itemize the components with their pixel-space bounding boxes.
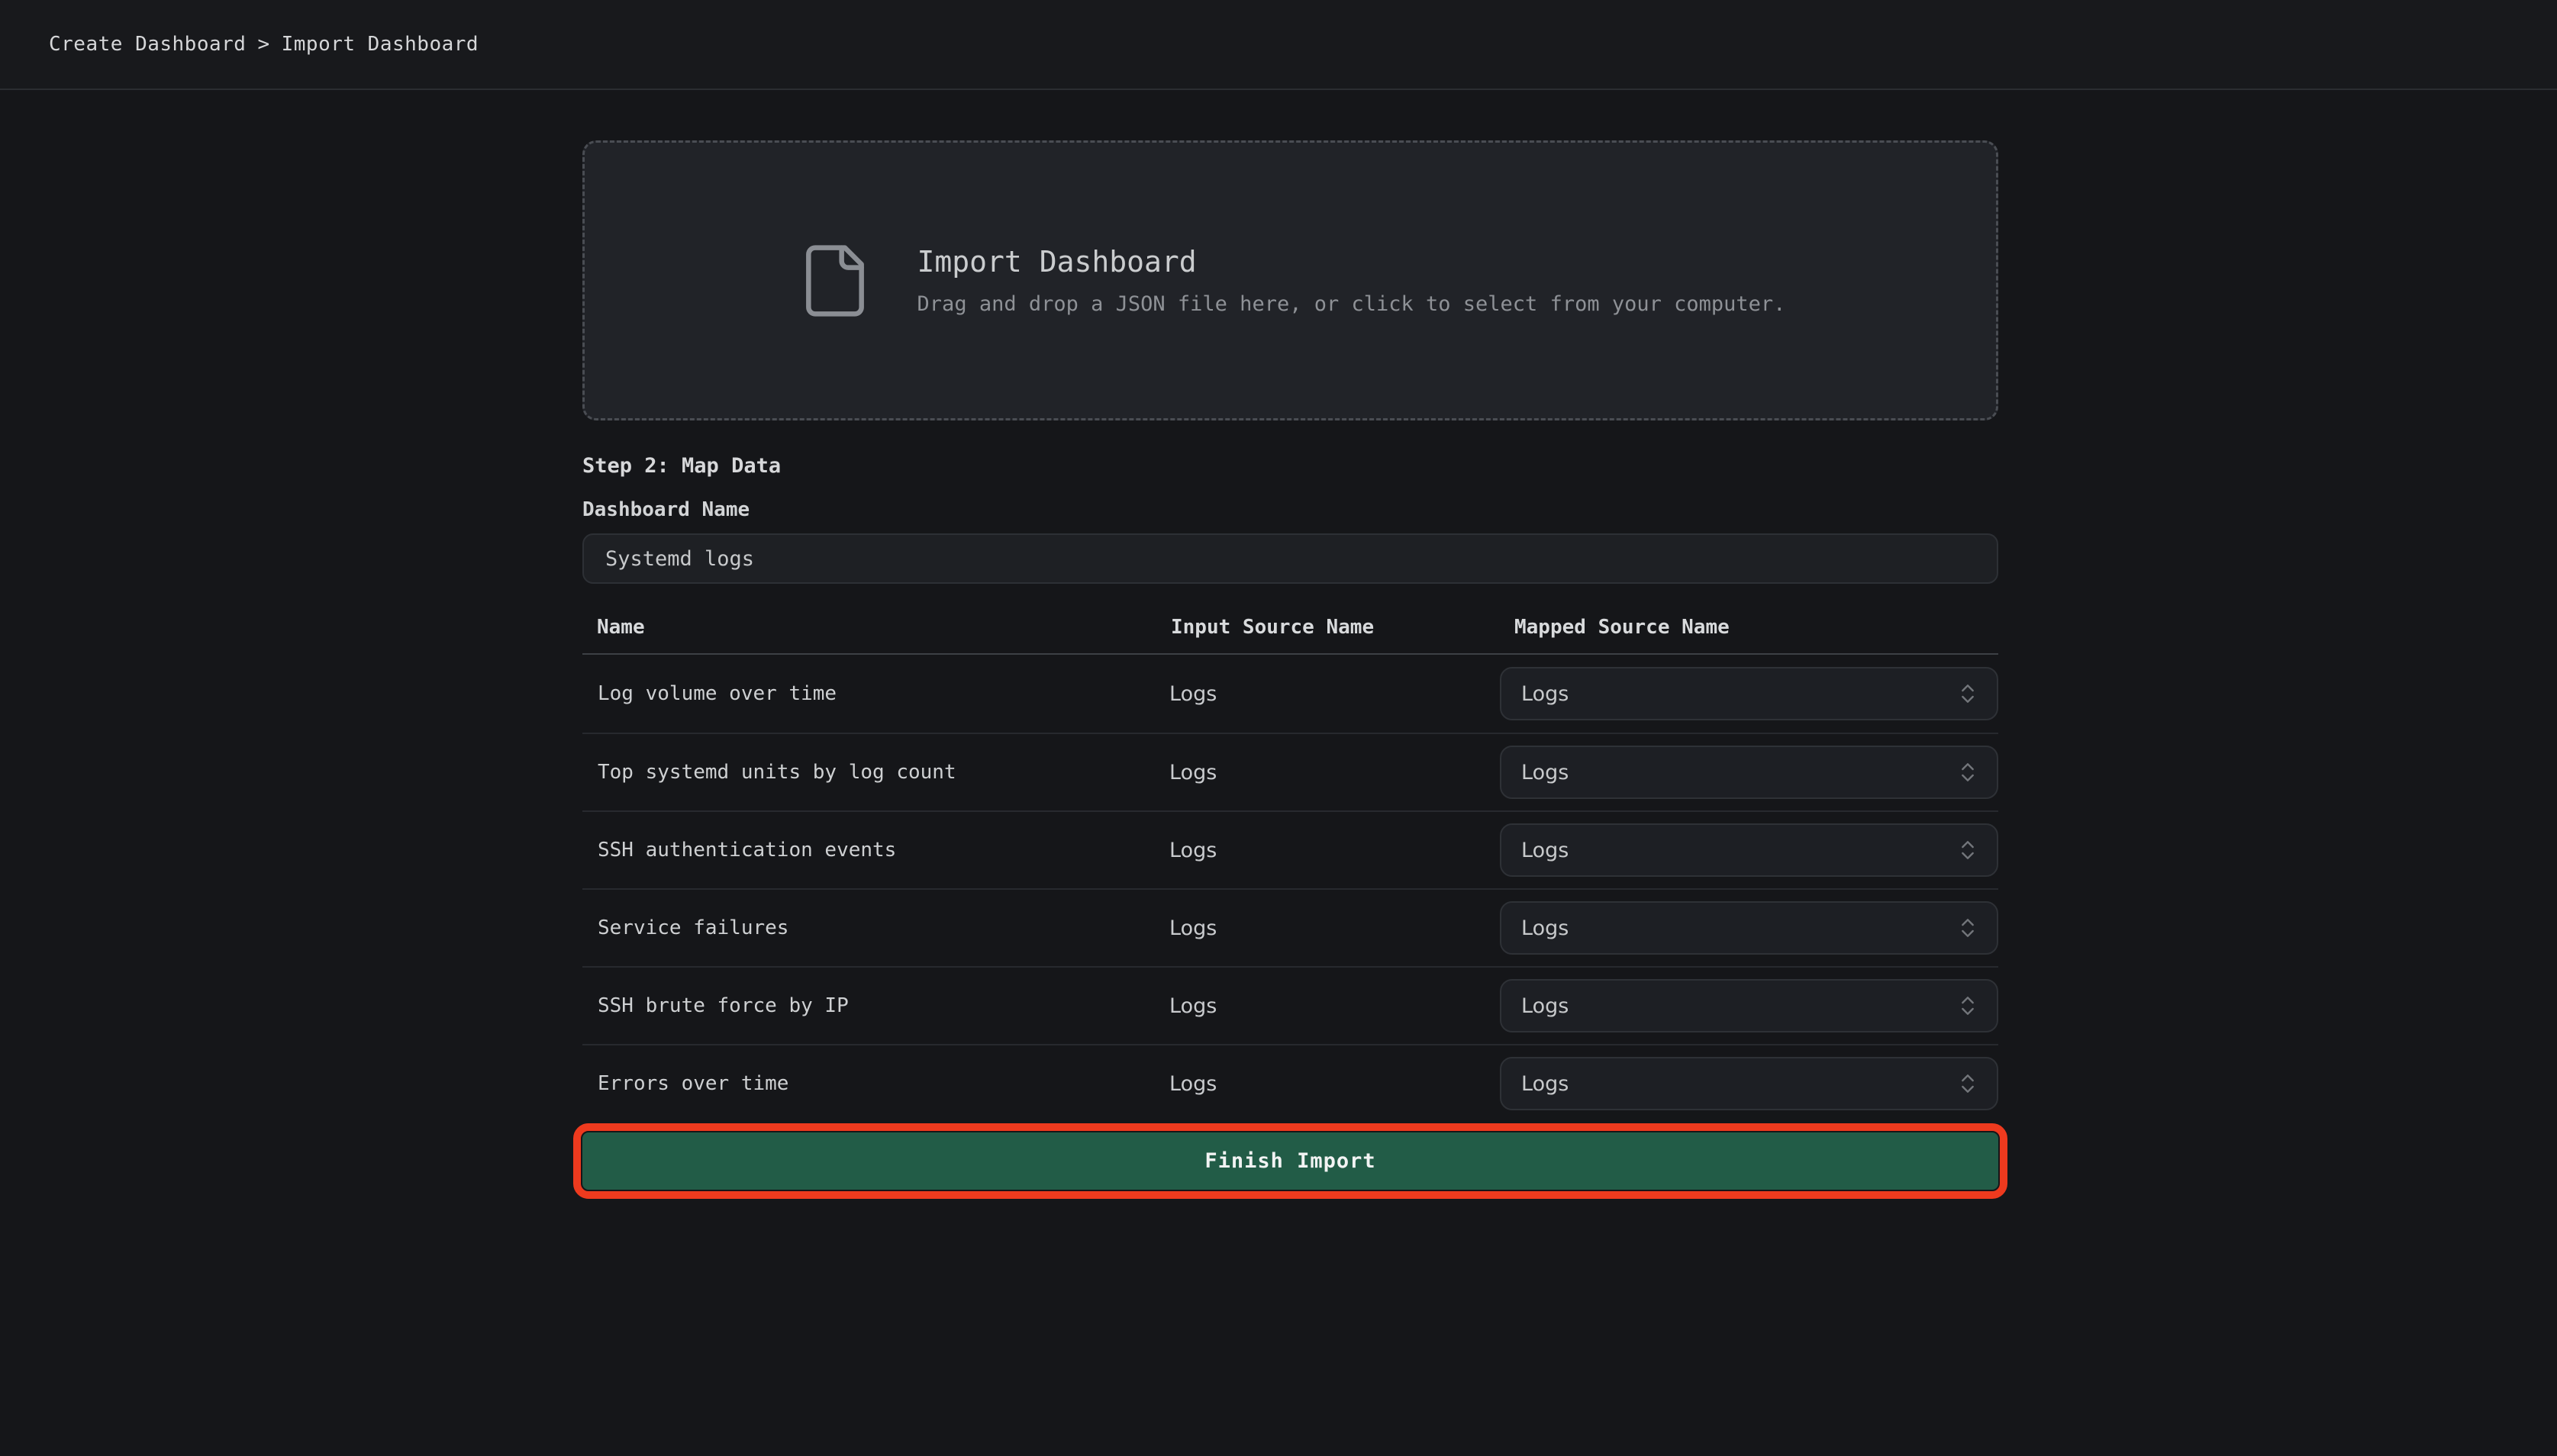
mapped-source-select[interactable]: Logs [1500, 901, 1998, 955]
row-name: SSH authentication events [582, 839, 1156, 862]
table-row: Top systemd units by log count Logs Logs [582, 733, 1998, 810]
column-header-input-source: Input Source Name [1156, 614, 1500, 640]
dropzone-subtitle: Drag and drop a JSON file here, or click… [917, 292, 1786, 316]
row-name: SSH brute force by IP [582, 994, 1156, 1017]
row-mapped-source-cell: Logs [1500, 901, 1998, 955]
row-input-source: Logs [1156, 682, 1500, 706]
row-input-source: Logs [1156, 761, 1500, 784]
table-row: Errors over time Logs Logs [582, 1044, 1998, 1122]
row-input-source: Logs [1156, 839, 1500, 862]
dropzone-text: Import Dashboard Drag and drop a JSON fi… [917, 245, 1786, 316]
dashboard-name-input[interactable] [582, 533, 1998, 584]
import-wizard: Import Dashboard Drag and drop a JSON fi… [582, 140, 1998, 1190]
column-header-name: Name [582, 614, 1156, 640]
table-row: SSH brute force by IP Logs Logs [582, 966, 1998, 1044]
row-mapped-source-cell: Logs [1500, 1057, 1998, 1110]
row-mapped-source-cell: Logs [1500, 823, 1998, 877]
breadcrumb-current-import-dashboard[interactable]: Import Dashboard [282, 33, 479, 56]
row-name: Errors over time [582, 1072, 1156, 1095]
highlight-frame: Finish Import [582, 1132, 1998, 1190]
table-row: Log volume over time Logs Logs [582, 655, 1998, 733]
mapping-table: Name Input Source Name Mapped Source Nam… [582, 614, 1998, 1122]
row-input-source: Logs [1156, 916, 1500, 940]
top-bar: Create Dashboard > Import Dashboard [0, 0, 2557, 90]
breadcrumb-link-create-dashboard[interactable]: Create Dashboard [49, 33, 246, 56]
step-title: Step 2: Map Data [582, 453, 1998, 480]
row-input-source: Logs [1156, 994, 1500, 1018]
column-header-mapped-source: Mapped Source Name [1500, 614, 1998, 640]
breadcrumb-separator: > [257, 33, 269, 56]
dashboard-name-label: Dashboard Name [582, 498, 750, 521]
table-header-row: Name Input Source Name Mapped Source Nam… [582, 614, 1998, 655]
row-mapped-source-cell: Logs [1500, 979, 1998, 1032]
row-mapped-source-cell: Logs [1500, 667, 1998, 720]
mapped-source-select[interactable]: Logs [1500, 823, 1998, 877]
row-name: Top systemd units by log count [582, 761, 1156, 784]
row-name: Log volume over time [582, 682, 1156, 705]
row-name: Service failures [582, 916, 1156, 939]
dropzone-title: Import Dashboard [917, 245, 1786, 279]
table-row: SSH authentication events Logs Logs [582, 810, 1998, 888]
row-mapped-source-cell: Logs [1500, 746, 1998, 799]
mapped-source-select[interactable]: Logs [1500, 667, 1998, 720]
mapped-source-select[interactable]: Logs [1500, 979, 1998, 1032]
file-icon [795, 241, 875, 321]
finish-import-button[interactable]: Finish Import [582, 1132, 1998, 1190]
table-row: Service failures Logs Logs [582, 888, 1998, 966]
json-file-dropzone[interactable]: Import Dashboard Drag and drop a JSON fi… [582, 140, 1998, 420]
breadcrumb: Create Dashboard > Import Dashboard [49, 33, 479, 56]
row-input-source: Logs [1156, 1072, 1500, 1096]
mapped-source-select[interactable]: Logs [1500, 1057, 1998, 1110]
mapped-source-select[interactable]: Logs [1500, 746, 1998, 799]
